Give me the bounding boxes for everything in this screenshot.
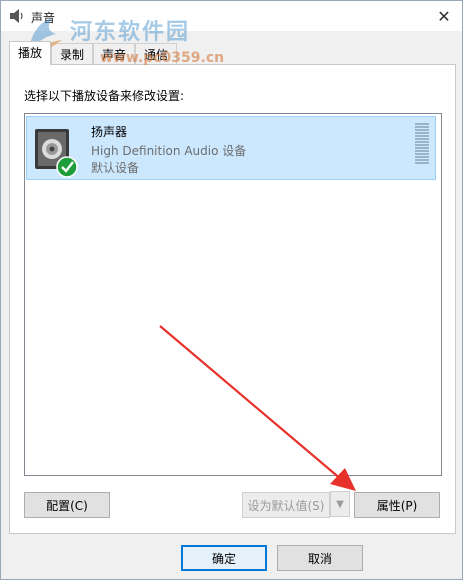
window-title: 声音 [31,11,56,25]
speaker-title-icon [10,9,23,23]
ok-button[interactable]: 确定 [181,545,267,571]
chevron-down-icon: ▼ [336,498,344,510]
device-name: 扬声器 [91,125,128,139]
device-item-speakers[interactable]: 扬声器 High Definition Audio 设备 默认设备 [26,116,436,180]
tab-strip: 播放 录制 声音 通信 [9,41,178,65]
close-button[interactable]: ✕ [432,5,456,27]
tab-playback[interactable]: 播放 [9,41,52,65]
device-description: High Definition Audio 设备 [91,144,247,158]
set-default-button[interactable]: 设为默认值(S) [242,492,330,518]
properties-button[interactable]: 属性(P) [354,492,440,518]
tab-communications[interactable]: 通信 [135,43,178,65]
instruction-text: 选择以下播放设备来修改设置: [24,89,185,103]
set-default-dropdown[interactable]: ▼ [330,491,350,517]
configure-button[interactable]: 配置(C) [24,492,110,518]
title-bar: 声音 ✕ [1,1,462,31]
volume-level-meter [415,123,429,165]
cancel-button[interactable]: 取消 [277,545,363,571]
device-list[interactable]: 扬声器 High Definition Audio 设备 默认设备 [24,113,442,476]
playback-panel: 选择以下播放设备来修改设置: 扬声器 High Definition Audio… [9,64,456,534]
tab-sounds[interactable]: 声音 [93,43,136,65]
close-icon: ✕ [437,6,451,26]
device-status: 默认设备 [91,161,140,175]
default-check-icon [56,156,78,178]
tab-recording[interactable]: 录制 [51,43,94,65]
speaker-device-icon [35,129,78,178]
sound-dialog: 声音 ✕ 播放 录制 声音 通信 选择以下播放设备来修改设置: 扬声器 High… [0,0,463,580]
